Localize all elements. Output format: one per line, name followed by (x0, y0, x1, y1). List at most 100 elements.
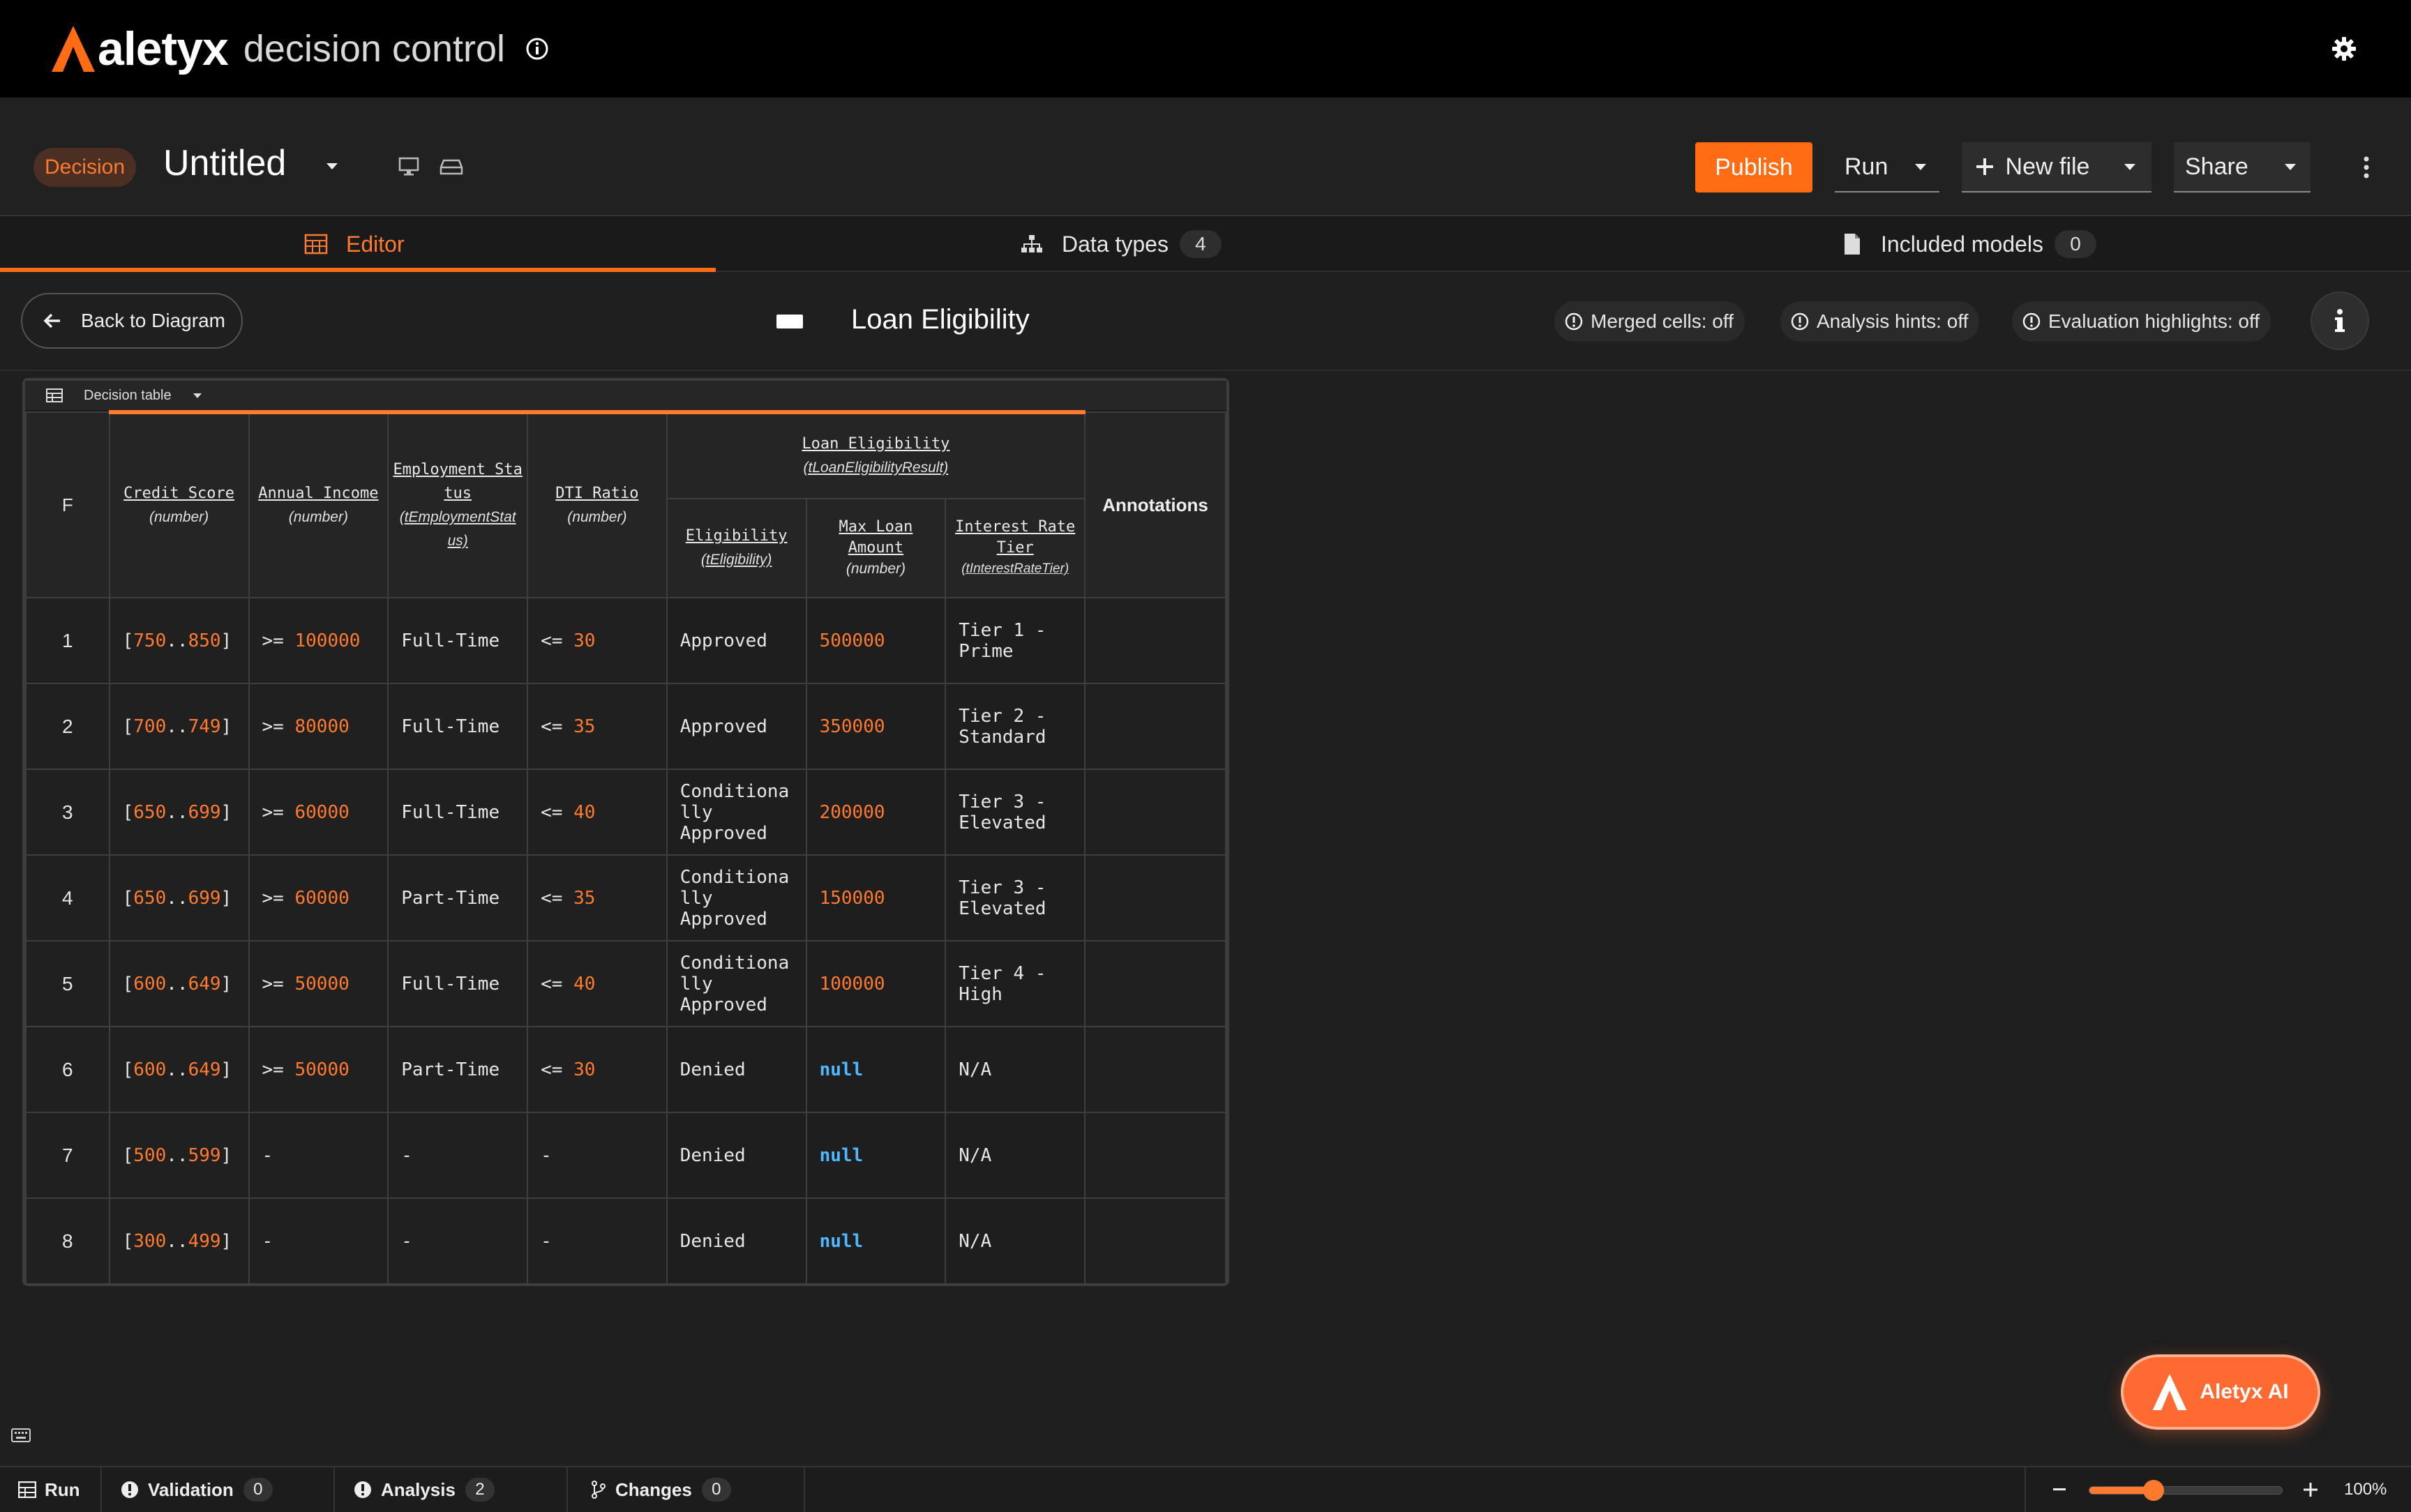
cell-dti-ratio[interactable]: <= 35 (527, 683, 668, 770)
desktop-icon[interactable] (398, 156, 420, 177)
status-run[interactable]: Run (0, 1467, 102, 1512)
cell-eligibility[interactable]: Denied (666, 1026, 807, 1113)
input-header-annual-income[interactable]: Annual Income (number) (248, 410, 389, 598)
cell-credit-score[interactable]: [750..850] (108, 597, 250, 684)
row-number[interactable]: 2 (25, 683, 110, 770)
cell-credit-score[interactable]: [700..749] (108, 683, 250, 770)
brand-logo[interactable]: aletyx decision control (52, 21, 505, 77)
cell-interest-rate-tier[interactable]: N/A (945, 1112, 1086, 1199)
row-number[interactable]: 1 (25, 597, 110, 684)
cell-employment-status[interactable]: Full-Time (387, 597, 529, 684)
cell-employment-status[interactable]: - (387, 1112, 529, 1199)
zoom-out-icon[interactable] (2051, 1477, 2068, 1502)
cell-employment-status[interactable]: Full-Time (387, 683, 529, 770)
row-number[interactable]: 6 (25, 1026, 110, 1113)
cell-max-loan-amount[interactable]: null (805, 1197, 947, 1285)
table-type-selector[interactable]: Decision table (25, 381, 1226, 410)
cell-employment-status[interactable]: Full-Time (387, 769, 529, 856)
row-number[interactable]: 7 (25, 1112, 110, 1199)
cell-interest-rate-tier[interactable]: N/A (945, 1197, 1086, 1285)
cell-max-loan-amount[interactable]: null (805, 1026, 947, 1113)
aletyx-ai-button[interactable]: Aletyx AI (2121, 1354, 2320, 1430)
cell-annotation[interactable] (1084, 940, 1226, 1027)
merged-cells-toggle[interactable]: Merged cells: off (1554, 301, 1745, 342)
output-group-header[interactable]: Loan Eligibility (tLoanEligibilityResult… (666, 410, 1086, 499)
status-changes[interactable]: Changes 0 (568, 1467, 805, 1512)
cell-annual-income[interactable]: >= 100000 (248, 597, 389, 684)
cell-annotation[interactable] (1084, 769, 1226, 856)
cell-dti-ratio[interactable]: <= 40 (527, 940, 668, 1027)
cell-credit-score[interactable]: [650..699] (108, 769, 250, 856)
cell-credit-score[interactable]: [600..649] (108, 940, 250, 1027)
cell-annual-income[interactable]: >= 60000 (248, 854, 389, 942)
status-analysis[interactable]: Analysis 2 (335, 1467, 568, 1512)
chevron-down-icon[interactable] (322, 156, 342, 176)
output-header-max-loan-amount[interactable]: Max Loan Amount (number) (805, 498, 947, 598)
cell-eligibility[interactable]: Conditiona lly Approved (666, 940, 807, 1027)
row-number[interactable]: 8 (25, 1197, 110, 1285)
cell-annual-income[interactable]: - (248, 1197, 389, 1285)
cell-eligibility[interactable]: Conditiona lly Approved (666, 854, 807, 942)
share-dropdown[interactable]: Share (2174, 142, 2311, 192)
cell-employment-status[interactable]: - (387, 1197, 529, 1285)
tab-included-models[interactable]: Included models 0 (1842, 216, 2097, 272)
model-title[interactable]: Untitled (163, 142, 286, 184)
zoom-slider-thumb[interactable] (2142, 1480, 2164, 1501)
row-number[interactable]: 3 (25, 769, 110, 856)
cell-dti-ratio[interactable]: <= 30 (527, 597, 668, 684)
cell-employment-status[interactable]: Part-Time (387, 1026, 529, 1113)
cell-annual-income[interactable]: >= 50000 (248, 940, 389, 1027)
cell-max-loan-amount[interactable]: 500000 (805, 597, 947, 684)
cell-credit-score[interactable]: [600..649] (108, 1026, 250, 1113)
gear-icon[interactable] (2330, 35, 2358, 63)
cell-annotation[interactable] (1084, 683, 1226, 770)
output-header-eligibility[interactable]: Eligibility (tEligibility) (666, 498, 807, 598)
kebab-icon[interactable] (2357, 153, 2376, 181)
analysis-hints-toggle[interactable]: Analysis hints: off (1780, 301, 1980, 342)
run-dropdown[interactable]: Run (1835, 142, 1939, 192)
cell-annotation[interactable] (1084, 597, 1226, 684)
cell-interest-rate-tier[interactable]: Tier 1 - Prime (945, 597, 1086, 684)
keyboard-icon[interactable] (11, 1428, 31, 1442)
input-header-employment-status[interactable]: Employment Sta tus (tEmploymentStat us) (387, 410, 529, 598)
cell-max-loan-amount[interactable]: 100000 (805, 940, 947, 1027)
cell-eligibility[interactable]: Denied (666, 1112, 807, 1199)
cell-credit-score[interactable]: [650..699] (108, 854, 250, 942)
cell-annual-income[interactable]: >= 80000 (248, 683, 389, 770)
back-to-diagram-button[interactable]: Back to Diagram (21, 293, 243, 349)
row-number[interactable]: 5 (25, 940, 110, 1027)
cell-max-loan-amount[interactable]: 350000 (805, 683, 947, 770)
cell-annotation[interactable] (1084, 1112, 1226, 1199)
cell-employment-status[interactable]: Part-Time (387, 854, 529, 942)
cell-eligibility[interactable]: Conditiona lly Approved (666, 769, 807, 856)
info-icon[interactable] (525, 36, 550, 61)
hit-policy-cell[interactable]: F (25, 411, 110, 598)
cell-credit-score[interactable]: [300..499] (108, 1197, 250, 1285)
input-header-dti-ratio[interactable]: DTI Ratio (number) (527, 410, 668, 598)
cell-eligibility[interactable]: Approved (666, 597, 807, 684)
publish-button[interactable]: Publish (1695, 142, 1812, 192)
cell-employment-status[interactable]: Full-Time (387, 940, 529, 1027)
cell-annual-income[interactable]: - (248, 1112, 389, 1199)
cell-eligibility[interactable]: Approved (666, 683, 807, 770)
input-header-credit-score[interactable]: Credit Score (number) (108, 410, 250, 598)
cell-interest-rate-tier[interactable]: Tier 4 - High (945, 940, 1086, 1027)
cell-dti-ratio[interactable]: <= 40 (527, 769, 668, 856)
tab-data-types[interactable]: Data types 4 (1020, 216, 1222, 272)
cell-credit-score[interactable]: [500..599] (108, 1112, 250, 1199)
cell-annual-income[interactable]: >= 50000 (248, 1026, 389, 1113)
cell-dti-ratio[interactable]: - (527, 1197, 668, 1285)
zoom-in-icon[interactable] (2301, 1477, 2320, 1502)
zoom-slider[interactable] (2089, 1480, 2283, 1501)
evaluation-highlights-toggle[interactable]: Evaluation highlights: off (2012, 301, 2271, 342)
cell-interest-rate-tier[interactable]: N/A (945, 1026, 1086, 1113)
tab-editor[interactable]: Editor (304, 216, 405, 272)
row-number[interactable]: 4 (25, 854, 110, 942)
cell-annual-income[interactable]: >= 60000 (248, 769, 389, 856)
cell-eligibility[interactable]: Denied (666, 1197, 807, 1285)
cell-annotation[interactable] (1084, 1197, 1226, 1285)
cell-dti-ratio[interactable]: <= 30 (527, 1026, 668, 1113)
cell-annotation[interactable] (1084, 1026, 1226, 1113)
annotations-header[interactable]: Annotations (1084, 411, 1226, 598)
output-header-interest-rate-tier[interactable]: Interest Rate Tier (tInterestRateTier) (945, 498, 1086, 598)
